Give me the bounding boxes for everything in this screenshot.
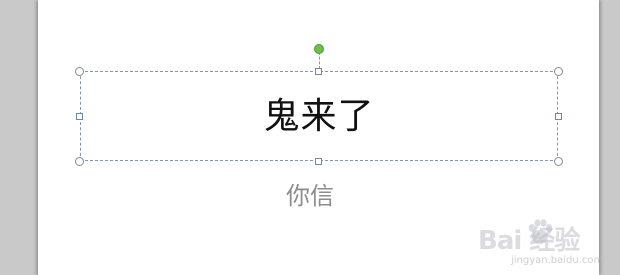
selected-text-box[interactable]: 鬼来了: [80, 71, 558, 161]
subtitle-text[interactable]: 你信: [0, 180, 620, 212]
resize-handle-left[interactable]: [76, 113, 83, 120]
resize-handle-bottom[interactable]: [315, 158, 322, 165]
resize-handle-right[interactable]: [555, 113, 562, 120]
resize-handle-bottom-left[interactable]: [75, 157, 84, 166]
resize-handle-bottom-right[interactable]: [554, 157, 563, 166]
rotate-connector: [319, 52, 320, 69]
resize-handle-top-left[interactable]: [75, 67, 84, 76]
rotate-handle[interactable]: [314, 44, 324, 54]
resize-handle-top[interactable]: [315, 68, 322, 75]
watermark: Bai 经验 jingyan.baidu.com: [478, 212, 618, 268]
editor-canvas: 鬼来了 你信 Bai 经验 jingyan.baidu.com: [0, 0, 620, 275]
title-text[interactable]: 鬼来了: [81, 95, 557, 139]
baidu-paw-icon: [528, 219, 553, 244]
watermark-url: jingyan.baidu.com: [511, 255, 604, 266]
resize-handle-top-right[interactable]: [554, 67, 563, 76]
